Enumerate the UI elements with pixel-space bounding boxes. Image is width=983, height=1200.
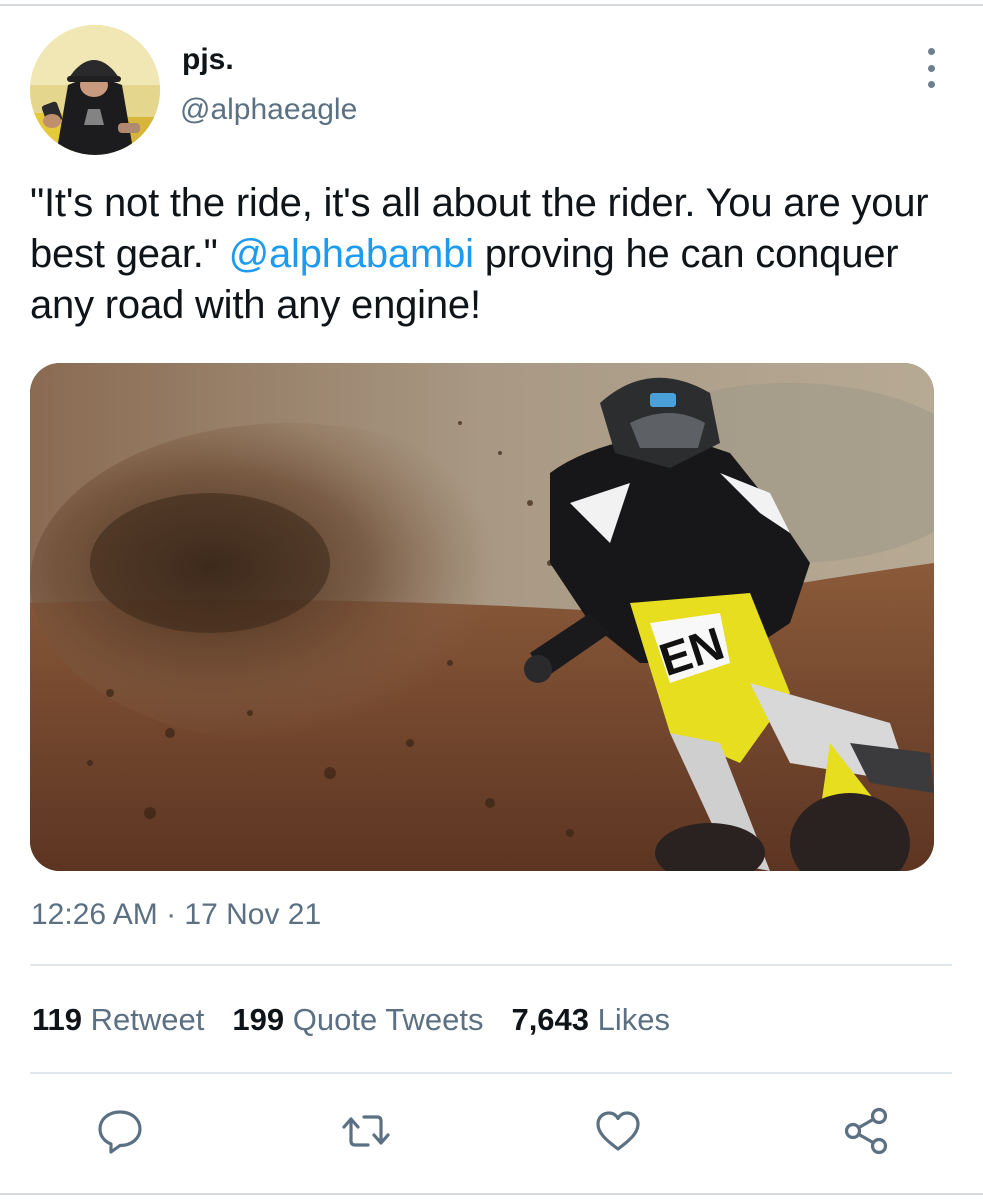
tweet-timestamp[interactable]: 12:26 AM · 17 Nov 21 bbox=[31, 896, 321, 934]
user-handle[interactable]: @alphaeagle bbox=[180, 92, 357, 128]
retweet-count-label: Retweet bbox=[90, 1002, 205, 1037]
like-button[interactable] bbox=[592, 1105, 644, 1157]
more-options-icon-dot bbox=[927, 64, 935, 72]
quote-count-label: Quote Tweets bbox=[292, 1002, 484, 1037]
top-border bbox=[0, 4, 983, 6]
tweet-text: "It's not the ride, it's all about the r… bbox=[30, 178, 950, 331]
engagement-stats: 119 Retweet 199 Quote Tweets 7,643 Likes bbox=[32, 1000, 698, 1040]
divider bbox=[30, 1072, 952, 1074]
tweet-media-image[interactable]: EN bbox=[30, 363, 934, 871]
mention-link[interactable]: @alphabambi bbox=[229, 232, 474, 276]
retweet-button[interactable] bbox=[340, 1105, 392, 1157]
share-icon bbox=[844, 1107, 888, 1155]
avatar[interactable] bbox=[30, 25, 160, 155]
quote-count-number: 199 bbox=[232, 1002, 285, 1037]
display-name[interactable]: pjs. bbox=[182, 42, 234, 78]
like-count-number: 7,643 bbox=[511, 1002, 590, 1037]
retweet-count-number: 119 bbox=[32, 1002, 83, 1037]
more-options-button[interactable] bbox=[914, 48, 948, 88]
like-count[interactable]: 7,643 Likes bbox=[511, 1000, 670, 1040]
more-options-icon-dot bbox=[927, 81, 935, 88]
reply-button[interactable] bbox=[94, 1105, 146, 1157]
like-count-label: Likes bbox=[597, 1002, 671, 1037]
divider bbox=[30, 964, 952, 966]
reply-icon bbox=[98, 1110, 142, 1154]
more-options-icon bbox=[927, 48, 935, 55]
retweet-icon bbox=[342, 1115, 390, 1147]
quote-tweet-count[interactable]: 199 Quote Tweets bbox=[232, 1000, 483, 1040]
share-button[interactable] bbox=[841, 1105, 893, 1157]
like-icon bbox=[596, 1111, 640, 1151]
bottom-border bbox=[0, 1193, 983, 1195]
retweet-count[interactable]: 119 Retweet bbox=[32, 1000, 204, 1040]
